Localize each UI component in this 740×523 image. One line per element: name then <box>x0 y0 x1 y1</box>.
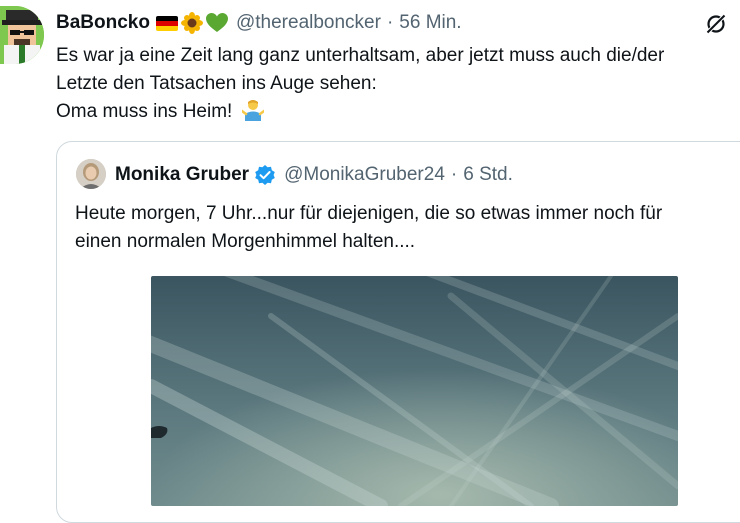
tweet-text-line: Oma muss ins Heim! <box>56 101 233 122</box>
quoted-author-avatar[interactable] <box>76 159 106 189</box>
author-handle[interactable]: @therealboncker <box>236 12 381 34</box>
quoted-author-name[interactable]: Monika Gruber <box>115 164 249 186</box>
grok-icon[interactable] <box>704 12 728 36</box>
verified-badge-icon <box>254 164 276 186</box>
tweet-time[interactable]: 56 Min. <box>399 12 461 34</box>
quoted-tweet-time[interactable]: 6 Std. <box>463 164 513 186</box>
sky-photo[interactable] <box>151 276 678 506</box>
tweet-text-line: Letzte den Tatsachen ins Auge sehen: <box>56 73 377 94</box>
quoted-author-handle[interactable]: @MonikaGruber24 <box>284 164 445 186</box>
author-avatar[interactable] <box>0 6 44 64</box>
name-emoji-group <box>155 12 228 34</box>
separator-dot: · <box>386 12 394 33</box>
tweet-text: Es war ja eine Zeit lang ganz unterhalts… <box>56 42 736 126</box>
tweet-header: BaBoncko @therealboncker · 56 Min. <box>56 10 462 36</box>
author-name[interactable]: BaBoncko <box>56 12 150 34</box>
quoted-tweet-card[interactable]: Monika Gruber @MonikaGruber24 · 6 Std. H… <box>56 141 740 523</box>
green-heart-icon <box>205 13 228 32</box>
tweet-text-line: Es war ja eine Zeit lang ganz unterhalts… <box>56 45 665 66</box>
tweet-text-line-with-emoji: Oma muss ins Heim! <box>56 98 736 126</box>
sunflower-icon <box>180 12 203 34</box>
quoted-text-line: einen normalen Morgenhimmel halten.... <box>75 231 416 252</box>
quoted-text-line: Heute morgen, 7 Uhr...nur für diejenigen… <box>75 203 663 224</box>
quoted-tweet-text: Heute morgen, 7 Uhr...nur für diejenigen… <box>75 200 740 256</box>
person-shrugging-icon <box>240 100 265 121</box>
germany-flag-icon <box>155 15 178 31</box>
separator-dot: · <box>450 164 458 185</box>
quoted-tweet-header: Monika Gruber @MonikaGruber24 · 6 Std. <box>115 161 513 189</box>
